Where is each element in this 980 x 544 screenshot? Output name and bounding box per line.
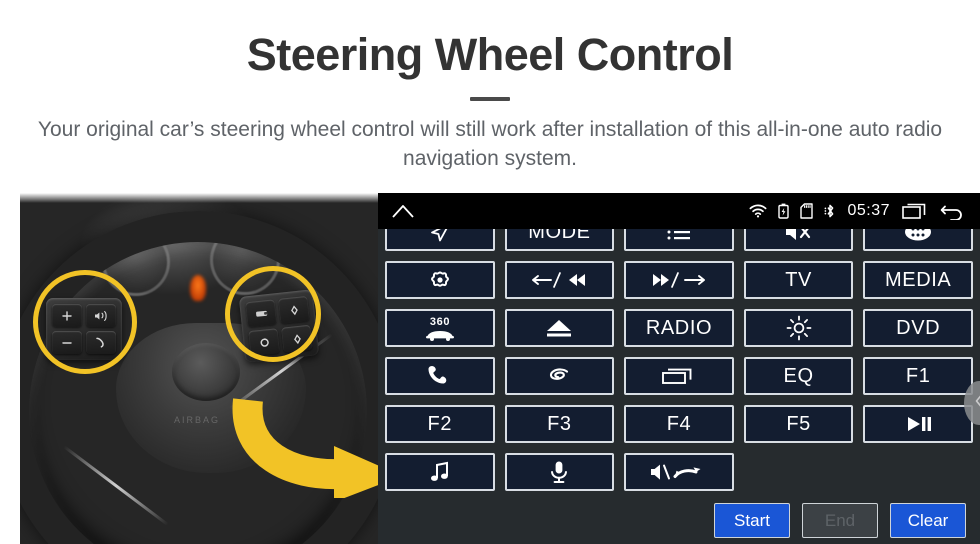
end-button: End bbox=[802, 503, 878, 538]
settings-button[interactable] bbox=[385, 261, 495, 299]
window-button[interactable] bbox=[624, 357, 734, 395]
brightness-icon bbox=[785, 314, 813, 342]
next-track-icon bbox=[647, 270, 711, 290]
status-bar-left bbox=[390, 202, 416, 220]
mute-button[interactable] bbox=[743, 229, 854, 251]
microphone-icon bbox=[548, 459, 570, 485]
f5-button[interactable]: F5 bbox=[743, 405, 854, 443]
page-root: Steering Wheel Control Your original car… bbox=[0, 0, 980, 544]
previous-button[interactable] bbox=[504, 261, 615, 299]
grid-empty-slot-1 bbox=[744, 453, 854, 491]
eject-icon bbox=[542, 317, 576, 339]
play-pause-icon bbox=[900, 414, 936, 434]
apps-grid-icon bbox=[901, 229, 935, 243]
spiral-icon bbox=[542, 363, 576, 389]
steering-wheel-photo: AIRBAG bbox=[20, 193, 378, 544]
music-note-icon bbox=[427, 460, 453, 484]
phone-button[interactable] bbox=[385, 357, 495, 395]
list-button[interactable] bbox=[624, 229, 734, 251]
photo-top-fade bbox=[20, 193, 378, 203]
music-button[interactable] bbox=[385, 453, 495, 491]
grid-empty-slot-2 bbox=[863, 453, 973, 491]
home-icon[interactable] bbox=[390, 202, 416, 220]
list-icon bbox=[664, 229, 694, 242]
apps-button[interactable] bbox=[863, 229, 973, 251]
gear-icon bbox=[427, 268, 453, 292]
volume-hangup-button[interactable] bbox=[624, 453, 734, 491]
back-arrow-icon[interactable] bbox=[940, 202, 966, 220]
head-unit-screen: 05:37 MODE TV MEDIA 360 RADIO DVD EQ F1 … bbox=[378, 193, 980, 544]
camera-360-button[interactable]: 360 bbox=[385, 309, 495, 347]
radio-button[interactable]: RADIO bbox=[624, 309, 734, 347]
speaker-mute-icon bbox=[782, 229, 816, 243]
function-button-grid-viewport[interactable]: MODE TV MEDIA 360 RADIO DVD EQ F1 F2 F3 … bbox=[378, 229, 980, 501]
car-360-icon: 360 bbox=[420, 313, 460, 343]
cyclone-button[interactable] bbox=[504, 357, 615, 395]
action-bar: Start End Clear bbox=[378, 501, 980, 544]
sd-card-icon bbox=[800, 203, 814, 219]
microphone-button[interactable] bbox=[504, 453, 615, 491]
content-area: AIRBAG 05:37 MODE TV MEDIA 360 RADIO DVD… bbox=[0, 193, 980, 544]
f2-button[interactable]: F2 bbox=[385, 405, 495, 443]
navigation-button[interactable] bbox=[385, 229, 495, 251]
title-divider bbox=[470, 96, 510, 101]
volume-hangup-icon bbox=[643, 460, 715, 484]
page-title: Steering Wheel Control bbox=[246, 29, 734, 80]
chevron-left-icon bbox=[973, 393, 980, 414]
bluetooth-icon bbox=[824, 203, 836, 219]
wifi-icon bbox=[749, 204, 767, 218]
clear-button[interactable]: Clear bbox=[890, 503, 966, 538]
airbag-label: AIRBAG bbox=[174, 415, 221, 425]
f1-button[interactable]: F1 bbox=[863, 357, 973, 395]
brightness-button[interactable] bbox=[743, 309, 854, 347]
status-clock: 05:37 bbox=[847, 202, 890, 219]
media-button[interactable]: MEDIA bbox=[863, 261, 973, 299]
function-button-grid: MODE TV MEDIA 360 RADIO DVD EQ F1 F2 F3 … bbox=[385, 229, 973, 491]
tv-button[interactable]: TV bbox=[743, 261, 854, 299]
svg-text:360: 360 bbox=[430, 316, 450, 328]
page-header: Steering Wheel Control Your original car… bbox=[0, 0, 980, 193]
start-button[interactable]: Start bbox=[714, 503, 790, 538]
status-bar: 05:37 bbox=[378, 193, 980, 229]
battery-charging-icon bbox=[778, 203, 790, 219]
recent-apps-icon[interactable] bbox=[901, 202, 929, 220]
status-bar-right: 05:37 bbox=[749, 202, 966, 220]
window-icon bbox=[660, 366, 698, 386]
phone-icon bbox=[425, 363, 455, 389]
mode-button[interactable]: MODE bbox=[504, 229, 615, 251]
eq-button[interactable]: EQ bbox=[743, 357, 854, 395]
page-subtitle: Your original car’s steering wheel contr… bbox=[37, 117, 943, 171]
eject-button[interactable] bbox=[504, 309, 615, 347]
navigation-arrow-icon bbox=[425, 229, 455, 243]
dvd-button[interactable]: DVD bbox=[863, 309, 973, 347]
previous-track-icon bbox=[527, 270, 591, 290]
next-button[interactable] bbox=[624, 261, 734, 299]
highlight-ring-left-controls bbox=[33, 270, 137, 374]
f3-button[interactable]: F3 bbox=[504, 405, 615, 443]
play-pause-button[interactable] bbox=[863, 405, 973, 443]
highlight-ring-right-controls bbox=[225, 266, 321, 362]
yellow-pointer-arrow bbox=[232, 398, 378, 498]
f4-button[interactable]: F4 bbox=[624, 405, 734, 443]
